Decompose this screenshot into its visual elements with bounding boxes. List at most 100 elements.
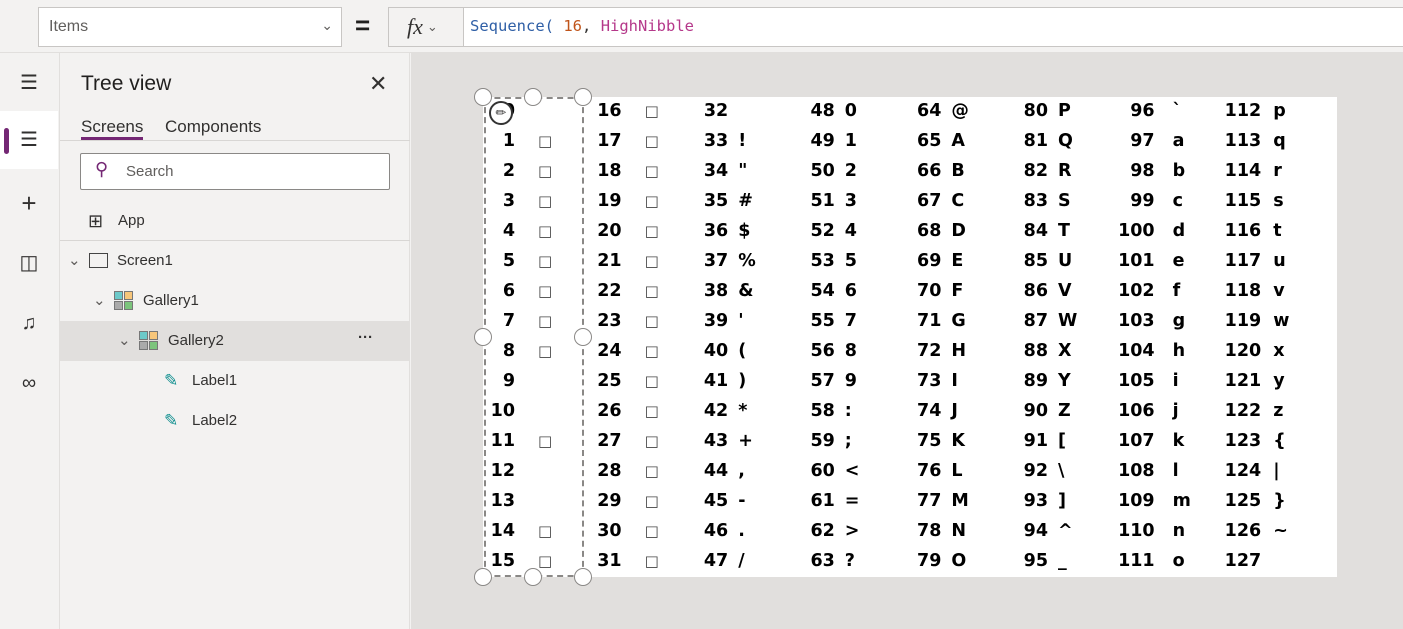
char-value: R <box>1058 161 1072 181</box>
code-value: 51 <box>810 191 835 211</box>
code-number: 71 <box>889 306 941 336</box>
tree-node-screen1[interactable]: ⌄ Screen1 <box>60 241 410 281</box>
char-value: s <box>1273 191 1284 211</box>
resize-handle[interactable] <box>574 88 592 106</box>
code-number: 53 <box>783 246 834 276</box>
char-value: U <box>1058 251 1073 271</box>
char-value: D <box>951 221 966 241</box>
more-options-icon[interactable]: ··· <box>358 318 373 358</box>
code-value: 91 <box>1023 431 1048 451</box>
char-value: X <box>1058 341 1072 361</box>
code-value: 50 <box>810 161 835 181</box>
char-value: q <box>1273 131 1286 151</box>
code-value: 67 <box>917 191 942 211</box>
code-value: 114 <box>1224 161 1262 181</box>
resize-handle[interactable] <box>474 88 492 106</box>
code-value: 59 <box>810 431 835 451</box>
active-indicator <box>4 128 9 154</box>
code-value: 37 <box>703 251 729 271</box>
code-number: 99 <box>1103 186 1154 216</box>
char-value: - <box>738 491 746 511</box>
code-number: 65 <box>889 126 941 156</box>
code-number: 127 <box>1209 546 1262 576</box>
panel-title: Tree view <box>81 72 172 95</box>
formula-space <box>554 17 563 35</box>
code-number: 41 <box>676 366 728 396</box>
code-value: 45 <box>703 491 729 511</box>
fx-icon: fx <box>407 14 423 39</box>
char-value: j <box>1172 401 1179 421</box>
code-value: 90 <box>1023 401 1048 421</box>
chevron-down-icon: ⌄ <box>321 17 333 33</box>
tree-node-gallery1[interactable]: ⌄ Gallery1 <box>60 281 410 321</box>
char-value: = <box>844 491 860 511</box>
code-value: 74 <box>917 401 942 421</box>
formula-input[interactable]: Sequence( 16, HighNibble <box>463 7 1403 47</box>
code-number: 45 <box>676 486 728 516</box>
search-input[interactable]: ⚲ Search <box>80 153 390 190</box>
resize-handle[interactable] <box>474 568 492 586</box>
code-number: 63 <box>783 546 835 576</box>
code-number: 36 <box>676 216 728 246</box>
char-value: 2 <box>844 161 857 181</box>
database-icon[interactable]: ◫ <box>0 243 58 283</box>
code-number: 64 <box>889 96 941 126</box>
tree-node-label1[interactable]: ✎ Label1 <box>60 361 410 401</box>
code-number: 54 <box>783 276 834 306</box>
code-number: 76 <box>889 456 941 486</box>
char-value: J <box>951 401 958 421</box>
code-number: 51 <box>783 186 835 216</box>
label-edit-icon: ✎ <box>164 411 179 430</box>
node-label: Gallery2 <box>168 332 224 349</box>
tree-node-gallery2[interactable]: ⌄ Gallery2 ··· <box>60 321 410 361</box>
plus-icon[interactable]: + <box>0 183 58 223</box>
char-value: c <box>1172 191 1183 211</box>
code-number: 96 <box>1103 96 1154 126</box>
resize-handle[interactable] <box>574 568 592 586</box>
code-value: 61 <box>810 491 835 511</box>
close-icon[interactable]: ✕ <box>369 71 387 97</box>
char-value: □ <box>644 432 659 450</box>
char-value: / <box>738 551 745 571</box>
code-value: 39 <box>703 311 729 331</box>
property-dropdown[interactable]: Items ⌄ <box>38 7 342 47</box>
code-value: 107 <box>1118 431 1155 451</box>
tab-screens[interactable]: Screens <box>81 117 144 140</box>
tools-icon[interactable]: ∞ <box>0 363 58 403</box>
layers-icon[interactable]: ☰ <box>0 111 58 169</box>
code-number: 117 <box>1209 246 1262 276</box>
code-number: 106 <box>1103 396 1155 426</box>
tab-components[interactable]: Components <box>165 117 261 137</box>
resize-handle[interactable] <box>474 328 492 346</box>
code-value: 56 <box>810 341 835 361</box>
gallery-icon <box>114 291 134 311</box>
code-number: 81 <box>996 126 1048 156</box>
char-value: ] <box>1058 491 1066 511</box>
code-number: 121 <box>1209 366 1262 396</box>
code-value: 95 <box>1023 551 1048 571</box>
code-value: 80 <box>1023 101 1048 121</box>
fx-button[interactable]: fx ⌄ <box>388 7 464 47</box>
code-number: 68 <box>889 216 941 246</box>
code-number: 70 <box>889 276 941 306</box>
tree-node-label2[interactable]: ✎ Label2 <box>60 401 410 441</box>
code-number: 87 <box>996 306 1048 336</box>
media-icon[interactable]: ♫ <box>0 303 58 343</box>
resize-handle[interactable] <box>574 328 592 346</box>
resize-handle[interactable] <box>524 88 542 106</box>
char-value: □ <box>644 132 659 150</box>
selection-box[interactable] <box>484 97 584 577</box>
code-value: 63 <box>810 551 835 571</box>
property-value: Items <box>49 18 89 35</box>
code-number: 37 <box>676 246 728 276</box>
edit-icon[interactable]: ✏ <box>489 101 513 125</box>
gallery-icon <box>139 331 159 351</box>
resize-handle[interactable] <box>524 568 542 586</box>
code-value: 119 <box>1224 311 1262 331</box>
char-value: 1 <box>844 131 857 151</box>
code-number: 86 <box>996 276 1048 306</box>
hamburger-icon[interactable]: ☰ <box>0 63 58 103</box>
chevron-down-icon: ⌄ <box>93 292 106 309</box>
tree-node-app[interactable]: ⊞ App <box>60 201 410 241</box>
char-value: □ <box>644 492 659 510</box>
